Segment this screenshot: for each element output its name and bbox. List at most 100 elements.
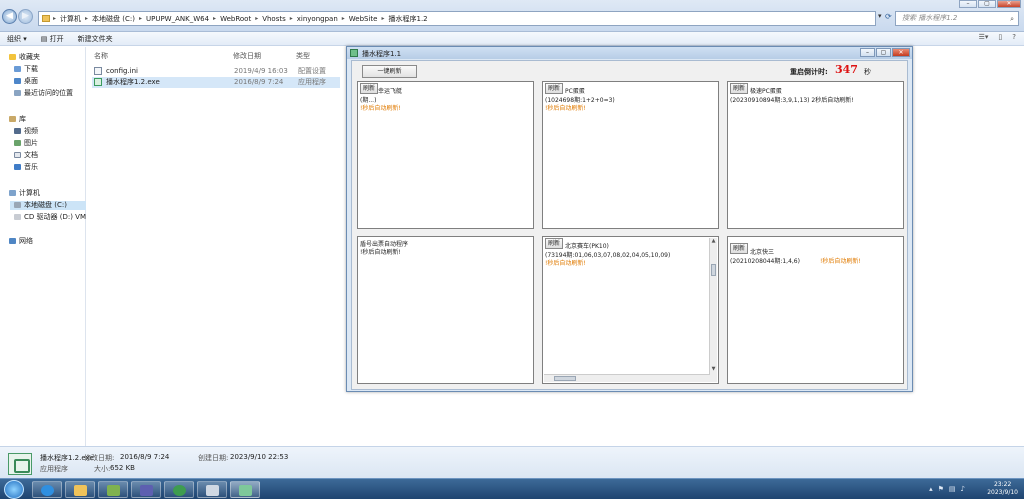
panel-status: !秒后自动刷新! — [545, 260, 586, 267]
file-type: 配置设置 — [298, 67, 326, 75]
taskbar-app[interactable] — [131, 481, 161, 498]
column-header-modified[interactable]: 修改日期 — [233, 51, 261, 61]
close-button[interactable]: ✕ — [997, 0, 1021, 8]
taskbar-terminal[interactable] — [197, 481, 227, 498]
nav-local-disk[interactable]: 本地磁盘 (C:) — [10, 201, 86, 210]
nav-favorites[interactable]: 收藏夹 — [9, 53, 40, 62]
column-header-name[interactable]: 名称 — [94, 51, 108, 61]
panel-result: (20210208044期:1,4,6) — [730, 258, 800, 265]
nav-downloads[interactable]: 下载 — [14, 65, 38, 74]
scroll-up-icon[interactable]: ▲ — [710, 238, 717, 245]
nav-cd-drive[interactable]: CD 驱动器 (D:) VM — [14, 213, 86, 222]
preview-pane-icon[interactable]: ▯ — [998, 33, 1002, 41]
detail-type: 应用程序 — [40, 465, 68, 473]
column-header-type[interactable]: 类型 — [296, 51, 310, 61]
open-button[interactable]: ▤ 打开 — [41, 34, 64, 44]
nav-computer[interactable]: 计算机 — [9, 189, 40, 198]
breadcrumb-item[interactable]: UPUPW_ANK_W64 — [146, 15, 209, 23]
taskbar-ie[interactable] — [32, 481, 62, 498]
file-row[interactable]: 播水程序1.2.exe 2016/8/9 7:24 应用程序 — [92, 77, 340, 88]
breadcrumb-item[interactable]: xinyongpan — [297, 15, 338, 23]
network-icon[interactable]: ▤ — [949, 485, 961, 493]
document-icon — [14, 152, 21, 158]
taskbar-lottery-app[interactable] — [230, 481, 260, 498]
desktop-icon — [14, 78, 21, 84]
forward-arrow-icon[interactable]: ▶ — [18, 9, 33, 24]
nav-libraries[interactable]: 库 — [9, 115, 26, 124]
countdown-value: 347 — [835, 63, 858, 76]
scroll-thumb[interactable] — [711, 264, 716, 276]
organize-button[interactable]: 组织 ▾ — [7, 34, 27, 44]
panel-status: !秒后自动刷新! — [360, 105, 401, 112]
breadcrumb-item[interactable]: 计算机 — [60, 14, 81, 24]
app-body: 一键刷新 重启倒计时: 347 秒 刷新 幸运飞艇 (期...) !秒后自动刷新… — [351, 60, 908, 390]
breadcrumb-item[interactable]: Vhosts — [262, 15, 286, 23]
breadcrumb-item[interactable]: 播水程序1.2 — [389, 14, 428, 24]
nav-recent[interactable]: 最近访问的位置 — [14, 89, 73, 98]
maximize-button[interactable]: ▢ — [978, 0, 996, 8]
hs-icon — [173, 485, 186, 496]
help-icon[interactable]: ? — [1012, 33, 1016, 41]
view-options-icon[interactable]: ☰▾ — [979, 33, 989, 41]
nav-pictures[interactable]: 图片 — [14, 139, 38, 148]
volume-icon[interactable]: ♪ — [961, 485, 970, 493]
search-input[interactable]: 搜索 播水程序1.2 ⌕ — [895, 11, 1019, 26]
folder-icon — [74, 485, 87, 496]
panel-refresh-button[interactable]: 刷新 — [360, 83, 379, 94]
taskbar-hs[interactable] — [164, 481, 194, 498]
horizontal-scrollbar[interactable] — [544, 374, 710, 382]
flag-icon[interactable]: ⚑ — [938, 485, 949, 493]
panel-refresh-button[interactable]: 刷新 — [545, 238, 564, 249]
scroll-down-icon[interactable]: ▼ — [710, 366, 717, 373]
breadcrumb-item[interactable]: WebRoot — [220, 15, 251, 23]
back-arrow-icon[interactable]: ◀ — [2, 9, 17, 24]
breadcrumb-item[interactable]: 本地磁盘 (C:) — [92, 14, 135, 24]
app-icon — [350, 49, 358, 57]
app-window: 播水程序1.1 – ▢ ✕ 一键刷新 重启倒计时: 347 秒 刷新 幸运飞艇 … — [346, 46, 913, 392]
app-close-button[interactable]: ✕ — [892, 48, 910, 57]
clock[interactable]: 23:22 2023/9/10 — [987, 481, 1018, 497]
computer-icon — [9, 190, 16, 196]
lottery-panel-xingyun: 刷新 幸运飞艇 (期...) !秒后自动刷新! — [357, 81, 534, 229]
countdown-label: 重启倒计时: — [790, 68, 828, 76]
app-minimize-button[interactable]: – — [860, 48, 875, 57]
vertical-scrollbar[interactable]: ▲ ▼ — [709, 238, 717, 382]
nav-music[interactable]: 音乐 — [14, 163, 38, 172]
nav-documents[interactable]: 文档 — [14, 151, 38, 160]
taskbar-notes[interactable] — [98, 481, 128, 498]
file-list: 名称 修改日期 类型 config.ini 2019/4/9 16:03 配置设… — [88, 47, 348, 107]
refresh-all-button[interactable]: 一键刷新 — [362, 65, 417, 78]
panel-refresh-button[interactable]: 刷新 — [730, 83, 749, 94]
start-button[interactable] — [4, 480, 24, 499]
file-row[interactable]: config.ini 2019/4/9 16:03 配置设置 — [92, 66, 340, 77]
network-icon — [9, 238, 16, 244]
app-titlebar[interactable]: 播水程序1.1 – ▢ ✕ — [347, 47, 912, 59]
download-icon — [14, 66, 21, 72]
panel-refresh-button[interactable]: 刷新 — [730, 243, 749, 254]
nav-network[interactable]: 网络 — [9, 237, 33, 246]
search-placeholder: 搜索 播水程序1.2 — [902, 14, 958, 22]
breadcrumb-item[interactable]: WebSite — [349, 15, 378, 23]
nav-videos[interactable]: 视频 — [14, 127, 38, 136]
lottery-panel-jisu-pcdd: 刷新 极速PC蛋蛋 (20230910894期:3,9,1,13) 2秒后自动刷… — [727, 81, 904, 229]
panel-title: 极速PC蛋蛋 — [750, 88, 782, 95]
window-icon — [206, 485, 219, 496]
breadcrumb[interactable]: ▸ 计算机 ▸ 本地磁盘 (C:) ▸ UPUPW_ANK_W64 ▸ WebRoot… — [38, 11, 876, 26]
panel-status: !秒后自动刷新! — [360, 249, 401, 256]
nav-desktop[interactable]: 桌面 — [14, 77, 38, 86]
new-folder-button[interactable]: 新建文件夹 — [78, 34, 113, 44]
clock-date: 2023/9/10 — [987, 489, 1018, 496]
file-modified: 2019/4/9 16:03 — [234, 67, 288, 75]
taskbar-explorer[interactable] — [65, 481, 95, 498]
file-type: 应用程序 — [298, 78, 326, 86]
minimize-button[interactable]: – — [959, 0, 977, 8]
clock-time: 23:22 — [993, 481, 1012, 488]
scroll-thumb[interactable] — [554, 376, 576, 381]
detail-created: 2023/9/10 22:53 — [230, 453, 289, 461]
search-icon[interactable]: ⌕ — [1010, 13, 1014, 26]
chevron-up-icon[interactable]: ▴ — [929, 485, 938, 493]
system-tray: ▴⚑▤♪ — [929, 485, 970, 493]
panel-refresh-button[interactable]: 刷新 — [545, 83, 564, 94]
app-maximize-button[interactable]: ▢ — [876, 48, 891, 57]
picture-icon — [14, 140, 21, 146]
